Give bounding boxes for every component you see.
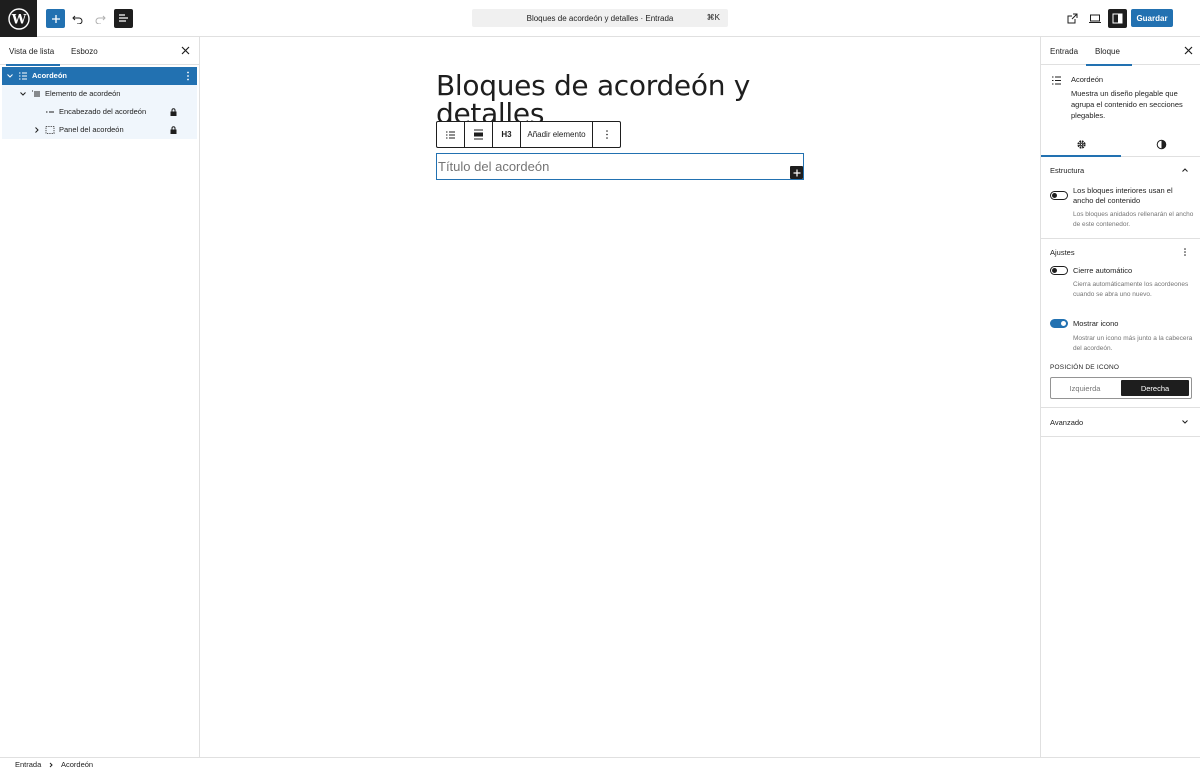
styles-icon bbox=[1156, 139, 1166, 150]
more-options-icon[interactable] bbox=[184, 70, 192, 82]
settings-tabs: Entrada Bloque bbox=[1041, 37, 1200, 66]
close-icon[interactable] bbox=[1183, 45, 1194, 56]
inner-blocks-width-help: Los bloques anidados rellenarán el ancho… bbox=[1073, 211, 1194, 228]
chevron-down-icon[interactable] bbox=[1181, 418, 1189, 426]
settings-sidebar: Entrada Bloque Acordeón Muestra un diseñ… bbox=[1040, 37, 1200, 757]
command-shortcut: ⌘K bbox=[706, 13, 720, 22]
add-block-button[interactable] bbox=[46, 9, 65, 28]
command-palette-bar[interactable]: Bloques de acordeón y detalles · Entrada… bbox=[472, 9, 728, 27]
wordpress-logo-icon[interactable]: W bbox=[0, 0, 37, 37]
plus-icon bbox=[51, 14, 60, 23]
view-post-button[interactable] bbox=[1063, 9, 1082, 28]
gear-icon bbox=[1076, 140, 1086, 149]
show-icon-help: Mostrar un icono más junto a la cabecera… bbox=[1073, 335, 1193, 352]
more-options-icon[interactable] bbox=[1181, 247, 1189, 257]
list-view-sidebar: Vista de lista Esbozo Acordeón Elemento … bbox=[0, 37, 200, 757]
block-toolbar: H3 Añadir elemento bbox=[436, 121, 621, 148]
tree-item-accordion-item[interactable]: Elemento de acordeón bbox=[2, 85, 197, 103]
advanced-panel-title[interactable]: Avanzado bbox=[1050, 418, 1083, 427]
chevron-right-icon[interactable] bbox=[33, 126, 41, 134]
sidebar-icon bbox=[1112, 13, 1123, 24]
lock-icon bbox=[170, 108, 177, 116]
list-view-tabs: Vista de lista Esbozo bbox=[0, 37, 199, 66]
add-item-button[interactable]: Añadir elemento bbox=[521, 122, 593, 147]
editor-canvas[interactable]: Bloques de acordeón y detalles H3 Añadir… bbox=[201, 37, 1040, 757]
heading-level-button[interactable]: H3 bbox=[493, 122, 521, 147]
inner-blocks-width-toggle[interactable] bbox=[1050, 191, 1068, 200]
tree-item-label: Acordeón bbox=[32, 71, 68, 80]
save-button[interactable]: Guardar bbox=[1131, 9, 1173, 27]
plus-icon bbox=[793, 169, 800, 176]
tab-outline[interactable]: Esbozo bbox=[71, 37, 98, 65]
settings-toggle-button[interactable] bbox=[1108, 9, 1127, 28]
external-link-icon bbox=[1067, 13, 1078, 24]
tree-item-label: Panel del acordeón bbox=[59, 125, 124, 134]
inner-blocks-width-label: Los bloques interiores usan el ancho del… bbox=[1073, 186, 1173, 205]
icon-position-left-option[interactable]: Izquierda bbox=[1051, 378, 1119, 398]
divider bbox=[1041, 407, 1200, 408]
desktop-icon bbox=[1088, 14, 1101, 23]
undo-icon bbox=[72, 15, 83, 24]
auto-close-toggle[interactable] bbox=[1050, 266, 1068, 275]
redo-button[interactable] bbox=[91, 9, 110, 28]
tab-block[interactable]: Bloque bbox=[1086, 37, 1132, 66]
structure-panel-title[interactable]: Estructura bbox=[1050, 166, 1084, 175]
tree-item-accordion-panel[interactable]: Panel del acordeón bbox=[2, 121, 197, 139]
block-card-description: Muestra un diseño plegable que agrupa el… bbox=[1071, 89, 1183, 120]
tree-item-accordion[interactable]: Acordeón bbox=[2, 67, 197, 85]
block-card-title: Acordeón bbox=[1071, 75, 1104, 84]
block-options-button[interactable] bbox=[593, 122, 620, 147]
preview-button[interactable] bbox=[1085, 9, 1104, 28]
breadcrumb-block[interactable]: Acordeón bbox=[61, 760, 93, 769]
icon-position-control: Izquierda Derecha bbox=[1050, 377, 1192, 399]
block-inserter-button[interactable] bbox=[790, 166, 803, 179]
accordion-block-icon bbox=[1052, 76, 1061, 85]
undo-button[interactable] bbox=[68, 9, 87, 28]
settings-panel-title: Ajustes bbox=[1050, 248, 1075, 257]
accordion-block-icon bbox=[19, 72, 27, 80]
block-type-button[interactable] bbox=[437, 122, 465, 147]
block-breadcrumb: Entrada Acordeón bbox=[0, 757, 1200, 771]
close-icon[interactable] bbox=[180, 45, 191, 56]
block-settings-tabs bbox=[1041, 133, 1200, 157]
lock-icon bbox=[170, 126, 177, 134]
tree-item-label: Encabezado del acordeón bbox=[59, 107, 147, 116]
tree-item-accordion-heading[interactable]: Encabezado del acordeón bbox=[2, 103, 197, 121]
chevron-down-icon[interactable] bbox=[6, 72, 14, 80]
align-button[interactable] bbox=[465, 122, 493, 147]
accordion-title-input[interactable]: Título del acordeón bbox=[436, 153, 804, 180]
document-overview-button[interactable] bbox=[114, 9, 133, 28]
tab-post[interactable]: Entrada bbox=[1050, 37, 1078, 65]
svg-text:W: W bbox=[10, 12, 26, 27]
chevron-right-icon bbox=[49, 762, 53, 768]
align-wide-icon bbox=[474, 129, 483, 140]
tab-settings[interactable] bbox=[1041, 133, 1121, 157]
divider bbox=[1041, 436, 1200, 437]
show-icon-toggle[interactable] bbox=[1050, 319, 1068, 328]
redo-icon bbox=[95, 15, 106, 24]
top-toolbar: W Bloques de acordeón y detalles · Entra… bbox=[0, 0, 1200, 37]
tree-item-label: Elemento de acordeón bbox=[45, 89, 121, 98]
post-title[interactable]: Bloques de acordeón y detalles bbox=[436, 72, 836, 128]
breadcrumb-post[interactable]: Entrada bbox=[15, 760, 41, 769]
chevron-down-icon[interactable] bbox=[19, 90, 27, 98]
document-title: Bloques de acordeón y detalles · Entrada bbox=[526, 13, 674, 23]
tab-list-view[interactable]: Vista de lista bbox=[5, 37, 61, 66]
icon-position-right-option[interactable]: Derecha bbox=[1121, 380, 1189, 396]
accordion-block-icon bbox=[446, 131, 455, 138]
tab-styles[interactable] bbox=[1121, 133, 1200, 156]
accordion-panel-icon bbox=[45, 126, 55, 134]
block-tree: Acordeón Elemento de acordeón Encabezado… bbox=[2, 67, 197, 139]
more-options-icon bbox=[605, 130, 608, 139]
icon-position-label: POSICIÓN DE ICONO bbox=[1050, 364, 1120, 371]
auto-close-help: Cierra automáticamente los acordeones cu… bbox=[1073, 281, 1189, 298]
auto-close-label: Cierre automático bbox=[1073, 266, 1133, 275]
accordion-item-icon bbox=[32, 90, 40, 97]
show-icon-label: Mostrar icono bbox=[1073, 319, 1119, 328]
list-view-icon bbox=[119, 14, 128, 22]
chevron-up-icon[interactable] bbox=[1181, 166, 1189, 174]
divider bbox=[1041, 238, 1200, 239]
accordion-heading-icon bbox=[46, 111, 54, 113]
